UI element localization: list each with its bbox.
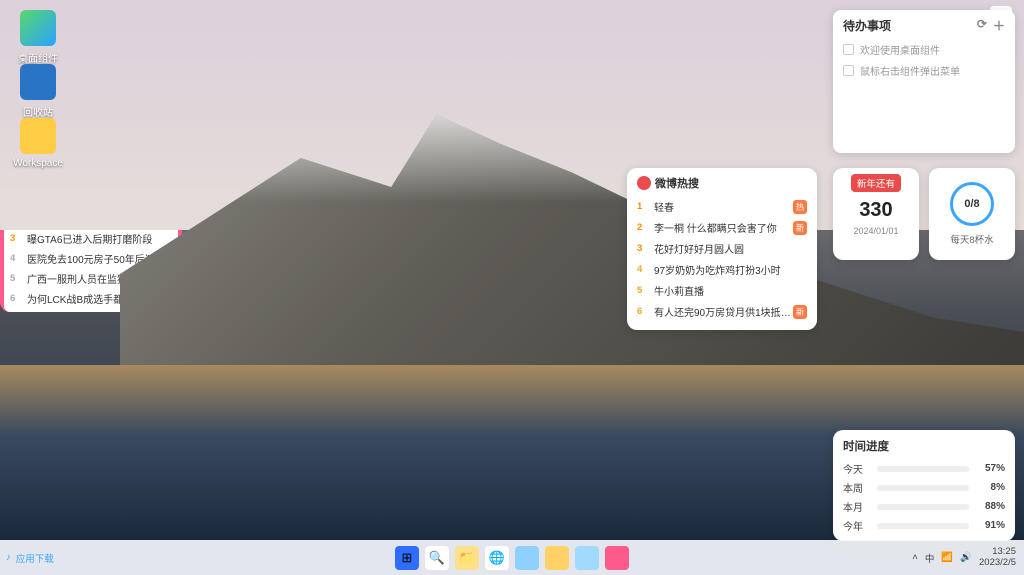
progress-row: 今年91% [843, 516, 1005, 535]
taskbar-center: ⊞🔍📁🌐 [395, 546, 629, 570]
weibo-logo-icon [637, 176, 651, 190]
progress-row: 本周8% [843, 478, 1005, 497]
desktop-icon-recycle[interactable]: 回收站 [10, 64, 66, 119]
weibo-item[interactable]: 6有人还完90万房贷月供1块抵个税新 [637, 301, 807, 322]
app3-icon[interactable] [575, 546, 599, 570]
todo-widget[interactable]: 待办事项 ⟳ ＋ 欢迎使用桌面组件 鼠标右击组件弹出菜单 [833, 10, 1015, 153]
todo-title: 待办事项 [843, 17, 891, 34]
bili-item[interactable]: 3曝GTA6已进入后期打磨阶段 [10, 228, 172, 248]
refresh-icon[interactable]: ⟳ [977, 17, 987, 34]
add-icon[interactable]: ＋ [993, 17, 1005, 34]
icon-label: Workspace [13, 158, 63, 169]
chevron-up-icon[interactable]: ˄ [912, 552, 918, 563]
search-icon[interactable]: 🔍 [425, 546, 449, 570]
desktop-icon-widgets[interactable]: 桌面组件 [10, 10, 66, 65]
weibo-item[interactable]: 1轻春热 [637, 196, 807, 217]
time-progress-widget[interactable]: 时间进度 今天57% 本周8% 本月88% 今年91% [833, 430, 1015, 541]
countdown-date: 2024/01/01 [837, 226, 915, 236]
countdown-days: 330 [837, 199, 915, 222]
todo-item[interactable]: 鼠标右击组件弹出菜单 [841, 60, 1007, 81]
system-tray[interactable]: ˄ 中 📶 🔊 13:25 2023/2/5 [912, 547, 1016, 568]
desktop-icon-workspace[interactable]: Workspace [10, 118, 66, 169]
todo-item[interactable]: 欢迎使用桌面组件 [841, 39, 1007, 60]
widgets-icon [20, 10, 56, 46]
note-icon: ♪ [6, 552, 11, 563]
weibo-item[interactable]: 3花好灯好好月圆人圆 [637, 238, 807, 259]
todo-list: 欢迎使用桌面组件 鼠标右击组件弹出菜单 [833, 39, 1015, 81]
app1-icon[interactable] [515, 546, 539, 570]
progress-row: 今天57% [843, 459, 1005, 478]
weibo-widget[interactable]: 微博热搜 1轻春热 2李一桐 什么都瞒只会害了你新 3花好灯好好月圆人圆 497… [627, 168, 817, 330]
taskbar-corner[interactable]: ♪ 应用下载 [6, 551, 54, 565]
clock[interactable]: 13:25 2023/2/5 [979, 547, 1016, 568]
weibo-item[interactable]: 2李一桐 什么都瞒只会害了你新 [637, 217, 807, 238]
weibo-title: 微博热搜 [655, 175, 699, 191]
water-label: 每天8杯水 [950, 232, 993, 246]
countdown-widget[interactable]: 新年还有 330 2024/01/01 [833, 168, 919, 260]
folder-icon [20, 118, 56, 154]
water-widget[interactable]: 0/8 每天8杯水 [929, 168, 1015, 260]
weibo-list: 1轻春热 2李一桐 什么都瞒只会害了你新 3花好灯好好月圆人圆 497岁奶奶为吃… [627, 194, 817, 330]
progress-row: 本月88% [843, 497, 1005, 516]
progress-title: 时间进度 [843, 438, 1005, 454]
taskbar: ♪ 应用下载 ⊞🔍📁🌐 ˄ 中 📶 🔊 13:25 2023/2/5 [0, 540, 1024, 575]
weibo-item[interactable]: 5牛小莉直播 [637, 280, 807, 301]
wifi-icon[interactable]: 📶 [941, 552, 953, 563]
water-ring-icon: 0/8 [950, 182, 994, 226]
explorer-icon[interactable]: 📁 [455, 546, 479, 570]
start-icon[interactable]: ⊞ [395, 546, 419, 570]
countdown-title: 新年还有 [851, 174, 901, 192]
checkbox-icon[interactable] [843, 65, 854, 76]
weibo-header: 微博热搜 [627, 168, 817, 194]
lang-indicator[interactable]: 中 [925, 551, 935, 565]
recycle-icon [20, 64, 56, 100]
app2-icon[interactable] [545, 546, 569, 570]
volume-icon[interactable]: 🔊 [960, 552, 972, 563]
chrome-icon[interactable]: 🌐 [485, 546, 509, 570]
checkbox-icon[interactable] [843, 44, 854, 55]
app4-icon[interactable] [605, 546, 629, 570]
weibo-item[interactable]: 497岁奶奶为吃炸鸡打扮3小时 [637, 259, 807, 280]
